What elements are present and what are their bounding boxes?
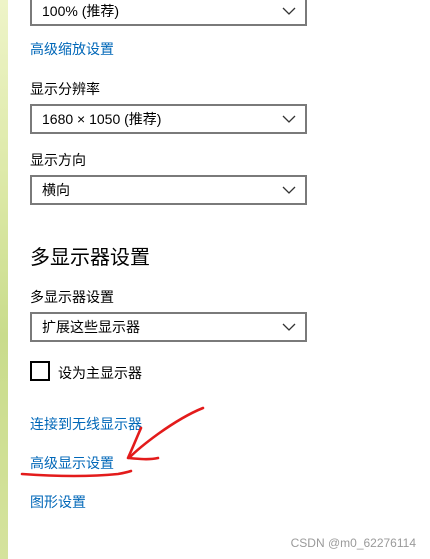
wireless-display-link[interactable]: 连接到无线显示器	[30, 414, 142, 434]
primary-display-checkbox-label[interactable]: 设为主显示器	[58, 363, 142, 383]
orientation-dropdown[interactable]: 横向	[30, 175, 307, 205]
csdn-watermark: CSDN @m0_62276114	[290, 536, 416, 550]
advanced-display-settings-link[interactable]: 高级显示设置	[30, 453, 114, 473]
graphics-settings-link[interactable]: 图形设置	[30, 492, 86, 512]
multi-display-section-title: 多显示器设置	[30, 247, 150, 269]
chevron-down-icon	[282, 115, 296, 123]
orientation-dropdown-value: 横向	[42, 182, 70, 198]
advanced-scaling-link[interactable]: 高级缩放设置	[30, 39, 114, 59]
resolution-dropdown[interactable]: 1680 × 1050 (推荐)	[30, 104, 307, 134]
primary-display-checkbox[interactable]	[30, 361, 50, 381]
multi-display-dropdown[interactable]: 扩展这些显示器	[30, 312, 307, 342]
window-edge-strip	[0, 0, 8, 559]
scale-dropdown[interactable]: 100% (推荐)	[30, 0, 307, 26]
resolution-dropdown-value: 1680 × 1050 (推荐)	[42, 111, 162, 127]
orientation-label: 显示方向	[30, 152, 86, 168]
chevron-down-icon	[282, 7, 296, 15]
multi-display-label: 多显示器设置	[30, 289, 114, 305]
scale-dropdown-value: 100% (推荐)	[42, 3, 120, 19]
multi-display-dropdown-value: 扩展这些显示器	[42, 319, 140, 335]
resolution-label: 显示分辨率	[30, 81, 100, 97]
chevron-down-icon	[282, 186, 296, 194]
chevron-down-icon	[282, 323, 296, 331]
